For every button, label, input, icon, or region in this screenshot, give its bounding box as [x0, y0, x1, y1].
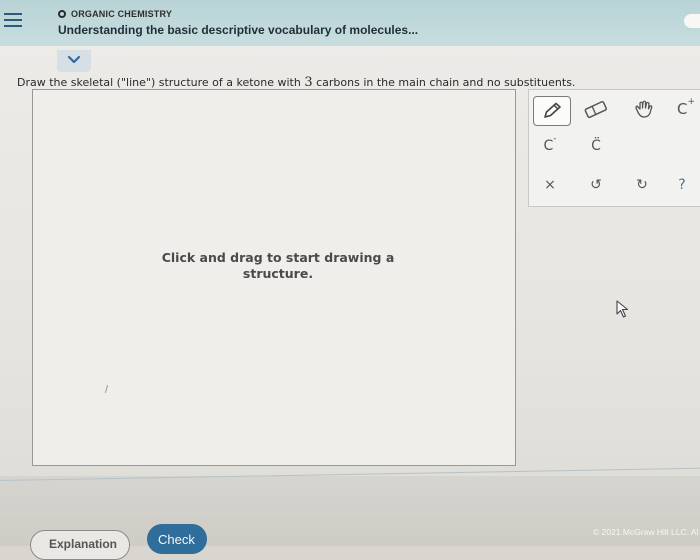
explanation-button[interactable]: Explanation: [30, 530, 130, 560]
carbanion-sup: -: [553, 134, 557, 144]
explanation-label: Explanation: [49, 537, 118, 551]
chevron-down-icon: [67, 55, 81, 64]
drawing-canvas[interactable]: Click and drag to start drawing a struct…: [32, 89, 516, 466]
page-title: Understanding the basic descriptive voca…: [58, 23, 419, 37]
undo-icon: ↺: [590, 177, 602, 193]
clear-icon: ×: [544, 177, 556, 193]
help-tool[interactable]: ?: [669, 174, 695, 196]
collapse-toggle[interactable]: [57, 50, 91, 72]
carbocation-label: C: [676, 100, 688, 118]
question-text-before: Draw the skeletal ("line") structure of …: [17, 76, 305, 89]
lone-pair-tool[interactable]: C̈: [581, 134, 611, 158]
header-tab[interactable]: [684, 14, 700, 28]
top-header: ORGANIC CHEMISTRY Understanding the basi…: [0, 0, 700, 46]
pencil-icon: [544, 102, 561, 118]
check-button[interactable]: Check: [147, 524, 207, 554]
lone-pair-label: C̈: [591, 138, 601, 154]
content-area: Draw the skeletal ("line") structure of …: [0, 46, 700, 546]
hand-icon: [635, 100, 653, 118]
drawing-toolbar: C + C- C̈ × ↺ ↻ ?: [528, 89, 700, 207]
carbocation-sup: +: [687, 97, 696, 107]
redo-icon: ↻: [636, 177, 648, 193]
eraser-tool[interactable]: [581, 98, 611, 122]
circle-icon: [58, 10, 66, 18]
menu-icon[interactable]: [4, 11, 22, 29]
question-number: 3: [304, 75, 313, 90]
pencil-tool[interactable]: [533, 96, 571, 126]
help-icon: ?: [678, 177, 686, 193]
question-text: Draw the skeletal ("line") structure of …: [17, 75, 575, 90]
carbanion-tool[interactable]: C-: [535, 134, 565, 158]
clear-tool[interactable]: ×: [537, 174, 563, 196]
hand-tool[interactable]: [629, 98, 659, 122]
question-text-after: carbons in the main chain and no substit…: [312, 76, 576, 89]
undo-tool[interactable]: ↺: [583, 174, 609, 196]
eraser-icon: [584, 100, 608, 119]
carbanion-label: C: [543, 138, 554, 154]
mouse-cursor-icon: [616, 300, 629, 318]
copyright-text: © 2021 McGraw Hill LLC. Al: [593, 527, 699, 537]
category-row: ORGANIC CHEMISTRY: [58, 9, 172, 19]
carbocation-tool[interactable]: C +: [671, 96, 700, 122]
canvas-hint: Click and drag to start drawing a struct…: [161, 250, 395, 281]
check-label: Check: [158, 532, 195, 547]
category-label: ORGANIC CHEMISTRY: [71, 9, 173, 19]
redo-tool[interactable]: ↻: [629, 174, 655, 196]
